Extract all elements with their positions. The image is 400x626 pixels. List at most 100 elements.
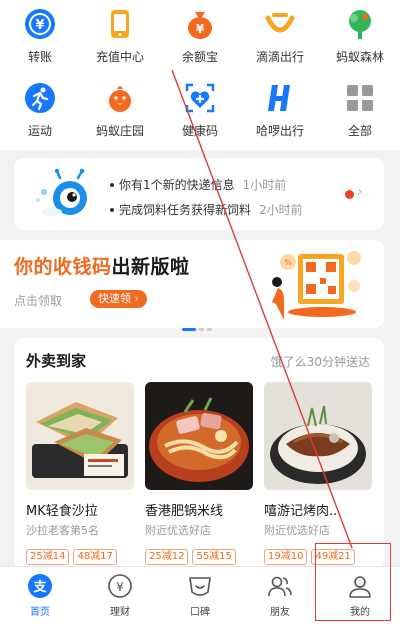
grid-item-health-code[interactable]: 健康码 bbox=[160, 74, 240, 144]
running-icon bbox=[25, 83, 55, 113]
grid-item-label: 转账 bbox=[27, 50, 52, 64]
food-delivery-card: 外卖到家 饿了么30分钟送达 MK轻食沙拉 沙拉老客第5名 25减14 48减17 bbox=[14, 338, 384, 570]
discount-tag: 48减17 bbox=[73, 549, 117, 565]
grid-item-label: 蚂蚁庄园 bbox=[95, 124, 144, 138]
grid-item-farm[interactable]: 蚂蚁庄园 bbox=[80, 74, 160, 144]
grid-item-yuebao[interactable]: ¥ 余额宝 bbox=[160, 0, 240, 70]
pager-dot bbox=[199, 328, 204, 331]
food-name: 嘻游记烤肉... bbox=[264, 504, 342, 519]
koubei-icon bbox=[189, 577, 211, 596]
banner-pager bbox=[182, 316, 215, 335]
unread-dot-icon bbox=[345, 190, 354, 199]
food-desc: 沙拉老客第5名 bbox=[26, 524, 99, 537]
salad-sandwich-image bbox=[26, 382, 134, 490]
grid-item-label: 全部 bbox=[347, 124, 372, 138]
discount-tag: 49减21 bbox=[311, 549, 355, 565]
rice-noodle-image bbox=[145, 382, 253, 490]
svg-text:¥: ¥ bbox=[35, 18, 44, 33]
qr-code-illustration-icon: % bbox=[272, 251, 361, 320]
notice-time: 1小时前 bbox=[242, 178, 287, 192]
didi-icon bbox=[265, 13, 295, 33]
grid-item-label: 健康码 bbox=[181, 124, 218, 138]
bbq-rice-image bbox=[264, 382, 372, 490]
payment-code-banner[interactable]: 你的收钱码出新版啦 点击领取 快速领 › % bbox=[0, 240, 384, 331]
bottom-tab-bar: 支 首页 ¥ 理财 口碑 朋友 我的 bbox=[0, 566, 400, 626]
finance-icon: ¥ bbox=[108, 574, 132, 598]
chevron-right-icon[interactable]: › bbox=[357, 184, 363, 200]
grid-item-label: 滴滴出行 bbox=[255, 50, 304, 64]
quick-claim-button[interactable]: 快速领 › bbox=[90, 290, 147, 308]
mascot-icon bbox=[36, 168, 87, 216]
app-grid: ¥ 转账 充值中心 ¥ 余额宝 滴滴出行 蚂蚁森林 运动 蚂蚁庄园 健康码 哈啰… bbox=[0, 0, 400, 150]
food-item[interactable]: 香港肥锅米线 附近优选好店 25减12 55减15 bbox=[145, 382, 253, 565]
discount-tags: 25减12 55减15 bbox=[145, 544, 240, 565]
notice-time: 2小时前 bbox=[259, 203, 303, 217]
tab-label: 理财 bbox=[110, 607, 130, 618]
tab-profile[interactable]: 我的 bbox=[320, 567, 400, 626]
notice-text: 你有1个新的快递信息 bbox=[119, 178, 235, 192]
money-bag-icon: ¥ bbox=[188, 12, 212, 39]
app-grid-row-1: ¥ 转账 充值中心 ¥ 余额宝 滴滴出行 蚂蚁森林 bbox=[0, 0, 400, 70]
all-apps-icon bbox=[347, 85, 373, 111]
svg-text:¥: ¥ bbox=[116, 580, 124, 594]
grid-item-transfer[interactable]: ¥ 转账 bbox=[0, 0, 80, 70]
tab-label: 口碑 bbox=[190, 607, 210, 618]
grid-item-forest[interactable]: 蚂蚁森林 bbox=[320, 0, 400, 70]
tab-label: 朋友 bbox=[270, 607, 290, 618]
notice-text: 完成饲料任务获得新饲料 bbox=[119, 203, 252, 217]
tab-home[interactable]: 支 首页 bbox=[0, 567, 80, 626]
svg-text:支: 支 bbox=[32, 579, 47, 595]
grid-item-all[interactable]: 全部 bbox=[320, 74, 400, 144]
tab-finance[interactable]: ¥ 理财 bbox=[80, 567, 160, 626]
pager-dot-active bbox=[182, 328, 196, 331]
food-item[interactable]: MK轻食沙拉 沙拉老客第5名 25减14 48减17 bbox=[26, 382, 134, 565]
grid-item-label: 充值中心 bbox=[95, 50, 144, 64]
phone-recharge-icon bbox=[111, 10, 129, 38]
banner-title-rest: 出新版啦 bbox=[111, 256, 190, 278]
grid-item-recharge[interactable]: 充值中心 bbox=[80, 0, 160, 70]
section-subtitle[interactable]: 饿了么30分钟送达 bbox=[271, 353, 370, 370]
grid-item-didi[interactable]: 滴滴出行 bbox=[240, 0, 320, 70]
banner-title: 你的收钱码出新版啦 bbox=[14, 252, 190, 279]
food-desc: 附近优选好店 bbox=[145, 524, 211, 537]
health-code-icon bbox=[185, 83, 215, 113]
grid-item-label: 蚂蚁森林 bbox=[335, 50, 384, 64]
discount-tag: 55减15 bbox=[192, 549, 236, 565]
section-title: 外卖到家 bbox=[26, 352, 87, 370]
tree-icon bbox=[349, 10, 371, 39]
transfer-icon: ¥ bbox=[25, 9, 55, 39]
svg-text:%: % bbox=[284, 258, 292, 267]
tab-koubei[interactable]: 口碑 bbox=[160, 567, 240, 626]
notification-card[interactable]: 你有1个新的快递信息 1小时前 完成饲料任务获得新饲料 2小时前 › bbox=[14, 158, 384, 230]
home-icon: 支 bbox=[28, 574, 52, 598]
banner-subtitle: 点击领取 bbox=[14, 294, 63, 308]
chick-icon bbox=[109, 86, 131, 112]
grid-item-hello[interactable]: 哈啰出行 bbox=[240, 74, 320, 144]
discount-tag: 25减12 bbox=[145, 549, 189, 565]
pager-dot bbox=[207, 328, 212, 331]
svg-text:¥: ¥ bbox=[196, 22, 205, 36]
grid-item-label: 余额宝 bbox=[181, 50, 218, 64]
discount-tags: 25减14 48减17 bbox=[26, 544, 121, 565]
grid-item-sport[interactable]: 运动 bbox=[0, 74, 80, 144]
food-desc: 附近优选好店 bbox=[264, 524, 330, 537]
hello-bike-icon bbox=[268, 85, 290, 111]
friends-icon bbox=[268, 576, 292, 597]
banner-title-highlight: 你的收钱码 bbox=[14, 256, 112, 278]
tab-friends[interactable]: 朋友 bbox=[240, 567, 320, 626]
app-grid-row-2: 运动 蚂蚁庄园 健康码 哈啰出行 全部 bbox=[0, 74, 400, 144]
bullet-icon bbox=[110, 207, 114, 212]
discount-tag: 19减10 bbox=[264, 549, 308, 565]
tab-label: 首页 bbox=[30, 607, 50, 618]
tab-label: 我的 bbox=[350, 607, 370, 618]
bullet-icon bbox=[110, 182, 114, 187]
discount-tags: 19减10 49减21 bbox=[264, 544, 359, 565]
food-name: MK轻食沙拉 bbox=[26, 504, 98, 519]
notice-item[interactable]: 你有1个新的快递信息 1小时前 bbox=[110, 176, 286, 193]
food-item[interactable]: 嘻游记烤肉... 附近优选好店 19减10 49减21 bbox=[264, 382, 372, 565]
notice-item[interactable]: 完成饲料任务获得新饲料 2小时前 bbox=[110, 201, 303, 218]
profile-icon bbox=[349, 576, 371, 598]
discount-tag: 25减14 bbox=[26, 549, 70, 565]
grid-item-label: 哈啰出行 bbox=[255, 124, 304, 138]
food-name: 香港肥锅米线 bbox=[145, 504, 224, 519]
